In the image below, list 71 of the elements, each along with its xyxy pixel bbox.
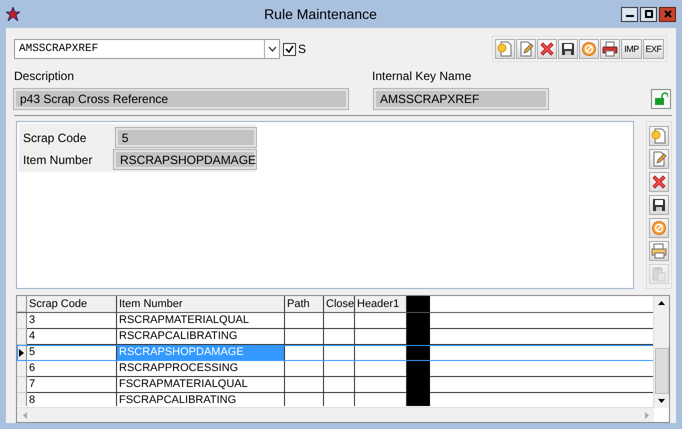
new-button[interactable] [649, 126, 669, 146]
save-icon [651, 197, 667, 213]
vertical-scrollbar[interactable] [653, 296, 669, 408]
table-cell: RSCRAPPROCESSING [117, 361, 285, 377]
row-selector[interactable] [17, 345, 27, 361]
field-label: Item Number [23, 152, 94, 166]
table-row[interactable]: 5 RSCRAPSHOPDAMAGE [17, 345, 654, 361]
new-document-icon [651, 128, 667, 144]
table-cell: FSCRAPMATERIALQUAL [117, 377, 285, 393]
checkmark-icon [285, 44, 294, 54]
description-field[interactable]: p43 Scrap Cross Reference [14, 89, 348, 109]
maximize-icon [644, 10, 652, 18]
rule-dropdown[interactable]: AMSSCRAPXREF [14, 39, 280, 59]
column-header[interactable]: Header1 [355, 296, 407, 312]
column-header[interactable]: Path [285, 296, 324, 312]
delete-button[interactable] [537, 39, 557, 59]
column-header[interactable]: Item Number [117, 296, 285, 312]
blacked-out-column [407, 296, 430, 312]
up-arrow-icon[interactable] [658, 301, 665, 305]
new-button[interactable] [495, 39, 515, 59]
down-arrow-icon[interactable] [658, 399, 665, 403]
close-button[interactable] [659, 6, 676, 22]
clipboard-icon [651, 266, 667, 282]
save-button[interactable] [558, 39, 578, 59]
close-icon [664, 10, 672, 18]
delete-icon [651, 174, 667, 190]
delete-icon [539, 41, 555, 57]
table-cell: RSCRAPSHOPDAMAGE [117, 345, 285, 361]
table-cell: RSCRAPCALIBRATING [117, 329, 285, 345]
item-number-field[interactable]: RSCRAPSHOPDAMAGE [114, 150, 256, 169]
edit-document-icon [651, 151, 667, 167]
description-label: Description [14, 69, 76, 83]
cancel-icon [581, 41, 597, 57]
table-cell: 4 [27, 329, 117, 345]
copy-button[interactable] [649, 241, 669, 261]
edit-button[interactable] [649, 149, 669, 169]
table-cell: 3 [27, 313, 117, 329]
table-cell: RSCRAPMATERIALQUAL [117, 313, 285, 329]
internal-key-label: Internal Key Name [372, 69, 472, 83]
save-button[interactable] [649, 195, 669, 215]
row-pointer-icon [19, 348, 24, 356]
printer-icon [651, 243, 667, 259]
table-cell: 6 [27, 361, 117, 377]
field-label: Scrap Code [23, 130, 88, 144]
column-header[interactable]: Scrap Code [27, 296, 117, 312]
table-row[interactable]: 6 RSCRAPPROCESSING [17, 361, 654, 377]
lock-button[interactable] [651, 89, 671, 109]
import-button[interactable]: IMP [621, 39, 642, 59]
export-button[interactable]: EXF [643, 39, 664, 59]
cancel-icon [651, 220, 667, 236]
table-row[interactable]: 3 RSCRAPMATERIALQUAL [17, 313, 654, 329]
minimize-button[interactable] [621, 6, 638, 22]
column-header[interactable]: Close [324, 296, 355, 312]
internal-key-field[interactable]: AMSSCRAPXREF [374, 89, 548, 109]
scrap-code-field[interactable]: 5 [116, 128, 256, 147]
maximize-button[interactable] [640, 6, 657, 22]
edit-button[interactable] [516, 39, 536, 59]
save-icon [560, 41, 576, 57]
table-row[interactable]: 4 RSCRAPCALIBRATING [17, 329, 654, 345]
table-cell: 7 [27, 377, 117, 393]
unlocked-icon [654, 92, 668, 106]
table-row[interactable]: 7 FSCRAPMATERIALQUAL [17, 377, 654, 393]
new-document-icon [497, 41, 513, 57]
chevron-down-icon [268, 46, 276, 52]
printer-icon [602, 41, 618, 57]
star-logo-icon [6, 7, 20, 21]
delete-button[interactable] [649, 172, 669, 192]
window-title: Rule Maintenance [263, 6, 378, 22]
edit-document-icon [518, 41, 534, 57]
grid-corner[interactable] [17, 296, 27, 312]
print-button[interactable] [600, 39, 620, 59]
